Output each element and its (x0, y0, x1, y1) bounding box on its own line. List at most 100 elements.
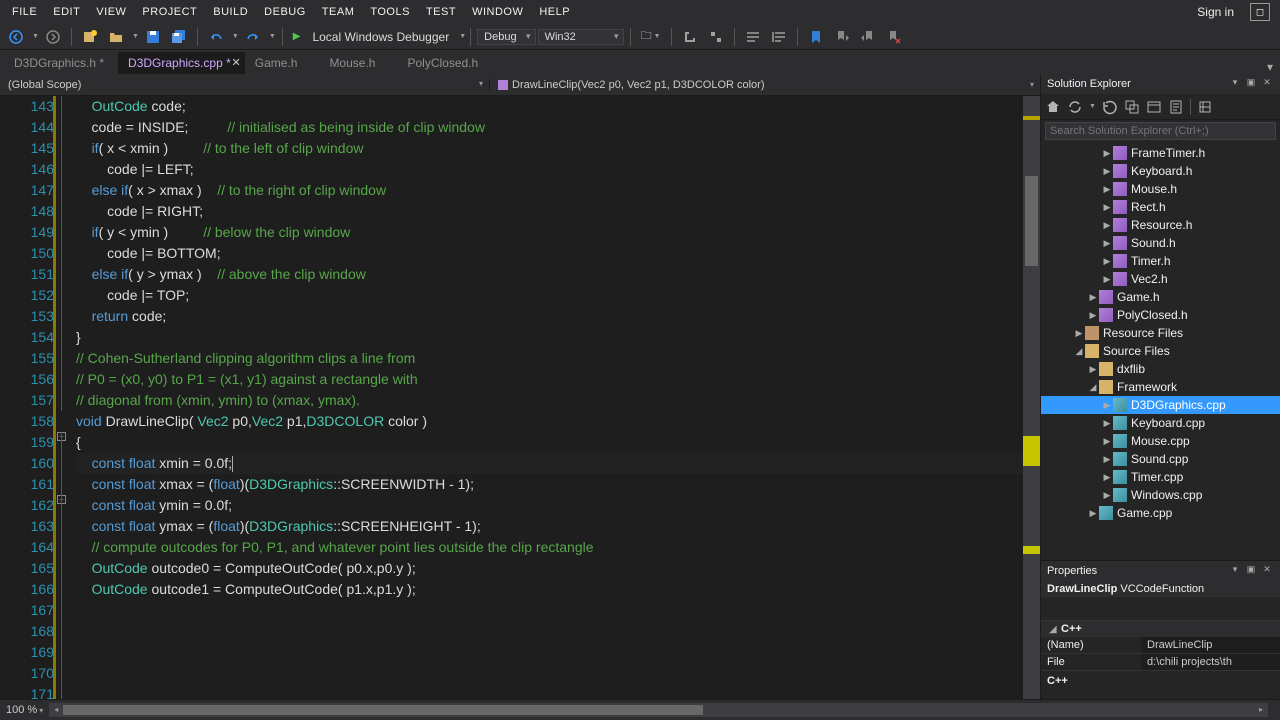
tree-item-keyboard-h[interactable]: ▶Keyboard.h (1041, 162, 1280, 180)
expand-icon[interactable]: ▶ (1101, 400, 1113, 411)
tab-mouse-h[interactable]: Mouse.h (319, 52, 397, 74)
menu-build[interactable]: BUILD (205, 0, 256, 24)
open-file-icon[interactable] (104, 27, 128, 47)
tree-item-windows-cpp[interactable]: ▶Windows.cpp (1041, 486, 1280, 504)
solution-search-input[interactable] (1045, 122, 1276, 140)
platform-combo[interactable]: Win32 (538, 29, 624, 45)
scope-combo[interactable]: (Global Scope) (0, 79, 490, 91)
pin-icon[interactable]: ▣ (1244, 77, 1258, 91)
expand-icon[interactable]: ▶ (1101, 238, 1113, 249)
horizontal-scrollbar[interactable]: ◂ ▸ (49, 703, 1268, 717)
preview-icon[interactable] (1197, 99, 1213, 115)
expand-icon[interactable]: ▶ (1087, 292, 1099, 303)
step-into-icon[interactable] (678, 27, 702, 47)
expand-icon[interactable]: ▶ (1101, 184, 1113, 195)
tree-item-framework[interactable]: ◢Framework (1041, 378, 1280, 396)
tab-game-h[interactable]: Game.h (245, 52, 320, 74)
bookmark-clear-icon[interactable] (882, 27, 906, 47)
expand-icon[interactable]: ◢ (1087, 382, 1099, 393)
tree-item-game-h[interactable]: ▶Game.h (1041, 288, 1280, 306)
expand-icon[interactable]: ▶ (1101, 166, 1113, 177)
tree-item-sound-h[interactable]: ▶Sound.h (1041, 234, 1280, 252)
tree-item-vec2-h[interactable]: ▶Vec2.h (1041, 270, 1280, 288)
menu-team[interactable]: TEAM (314, 0, 363, 24)
sign-in-link[interactable]: Sign in (1187, 5, 1244, 19)
close-icon[interactable]: ✕ (232, 56, 241, 69)
nav-back-icon[interactable] (4, 27, 28, 47)
code-editor[interactable]: 1431441451461471481491501511521531541551… (0, 96, 1040, 699)
tree-item-game-cpp[interactable]: ▶Game.cpp (1041, 504, 1280, 522)
tabs-overflow-icon[interactable]: ▾ (1260, 60, 1280, 74)
tree-item-resource-h[interactable]: ▶Resource.h (1041, 216, 1280, 234)
expand-icon[interactable]: ▶ (1101, 202, 1113, 213)
close-icon[interactable]: ✕ (1260, 77, 1274, 91)
pin-icon[interactable]: ▣ (1244, 564, 1258, 578)
expand-icon[interactable]: ▶ (1101, 472, 1113, 483)
tree-item-source-files[interactable]: ◢Source Files (1041, 342, 1280, 360)
save-icon[interactable] (141, 27, 165, 47)
bookmark-prev-icon[interactable] (830, 27, 854, 47)
expand-icon[interactable]: ▶ (1087, 310, 1099, 321)
find-in-files-icon[interactable]: 🗀▼ (637, 25, 665, 48)
tree-item-rect-h[interactable]: ▶Rect.h (1041, 198, 1280, 216)
home-icon[interactable] (1045, 99, 1061, 115)
expand-icon[interactable]: ▶ (1101, 274, 1113, 285)
tree-item-resource-files[interactable]: ▶Resource Files (1041, 324, 1280, 342)
account-icon[interactable]: ◻ (1250, 3, 1270, 21)
tree-item-d3dgraphics-cpp[interactable]: ▶D3DGraphics.cpp (1041, 396, 1280, 414)
collapse-all-icon[interactable] (1124, 99, 1140, 115)
undo-icon[interactable] (204, 27, 228, 47)
expand-icon[interactable]: ▶ (1087, 364, 1099, 375)
step-over-icon[interactable] (704, 27, 728, 47)
menu-file[interactable]: FILE (4, 0, 45, 24)
expand-icon[interactable]: ▶ (1073, 328, 1085, 339)
properties-grid[interactable]: ◢C++ (Name)DrawLineClipFiled:\chili proj… (1041, 621, 1280, 671)
menu-window[interactable]: WINDOW (464, 0, 531, 24)
comment-out-icon[interactable] (741, 27, 765, 47)
tree-item-keyboard-cpp[interactable]: ▶Keyboard.cpp (1041, 414, 1280, 432)
menu-help[interactable]: HELP (531, 0, 578, 24)
uncomment-icon[interactable] (767, 27, 791, 47)
bookmark-icon[interactable] (804, 27, 828, 47)
tab-polyclosed-h[interactable]: PolyClosed.h (397, 52, 500, 74)
menu-debug[interactable]: DEBUG (256, 0, 314, 24)
tree-item-sound-cpp[interactable]: ▶Sound.cpp (1041, 450, 1280, 468)
expand-icon[interactable]: ▶ (1101, 454, 1113, 465)
tab-d3dgraphics-cpp[interactable]: D3DGraphics.cpp✕ (118, 52, 245, 74)
expand-icon[interactable]: ▶ (1087, 508, 1099, 519)
save-all-icon[interactable] (167, 27, 191, 47)
menu-project[interactable]: PROJECT (134, 0, 205, 24)
refresh-icon[interactable] (1102, 99, 1118, 115)
new-project-icon[interactable] (78, 27, 102, 47)
tree-item-mouse-h[interactable]: ▶Mouse.h (1041, 180, 1280, 198)
expand-icon[interactable]: ▶ (1101, 490, 1113, 501)
menu-test[interactable]: TEST (418, 0, 464, 24)
expand-icon[interactable]: ◢ (1073, 346, 1085, 357)
tree-item-timer-cpp[interactable]: ▶Timer.cpp (1041, 468, 1280, 486)
nav-fwd-icon[interactable] (41, 27, 65, 47)
tree-item-frametimer-h[interactable]: ▶FrameTimer.h (1041, 144, 1280, 162)
menu-edit[interactable]: EDIT (45, 0, 88, 24)
redo-icon[interactable] (241, 27, 265, 47)
expand-icon[interactable]: ▶ (1101, 418, 1113, 429)
panel-menu-icon[interactable]: ▾ (1228, 564, 1242, 578)
config-combo[interactable]: Debug (477, 29, 535, 45)
debugger-target-combo[interactable]: Local Windows Debugger (306, 30, 455, 44)
bookmark-next-icon[interactable] (856, 27, 880, 47)
close-icon[interactable]: ✕ (1260, 564, 1274, 578)
menu-view[interactable]: VIEW (88, 0, 134, 24)
expand-icon[interactable]: ▶ (1101, 256, 1113, 267)
tab-d3dgraphics-h[interactable]: D3DGraphics.h (4, 52, 118, 74)
menu-tools[interactable]: TOOLS (362, 0, 418, 24)
properties-icon[interactable] (1168, 99, 1184, 115)
expand-icon[interactable]: ▶ (1101, 220, 1113, 231)
member-combo[interactable]: DrawLineClip(Vec2 p0, Vec2 p1, D3DCOLOR … (490, 79, 1040, 91)
tree-item-timer-h[interactable]: ▶Timer.h (1041, 252, 1280, 270)
start-debug-icon[interactable]: ▶ (289, 29, 305, 44)
vertical-scrollbar[interactable] (1023, 96, 1040, 699)
show-all-icon[interactable] (1146, 99, 1162, 115)
tree-item-dxflib[interactable]: ▶dxflib (1041, 360, 1280, 378)
property-row[interactable]: Filed:\chili projects\th (1041, 654, 1280, 671)
expand-icon[interactable]: ▶ (1101, 436, 1113, 447)
solution-tree[interactable]: ▶FrameTimer.h▶Keyboard.h▶Mouse.h▶Rect.h▶… (1041, 142, 1280, 560)
